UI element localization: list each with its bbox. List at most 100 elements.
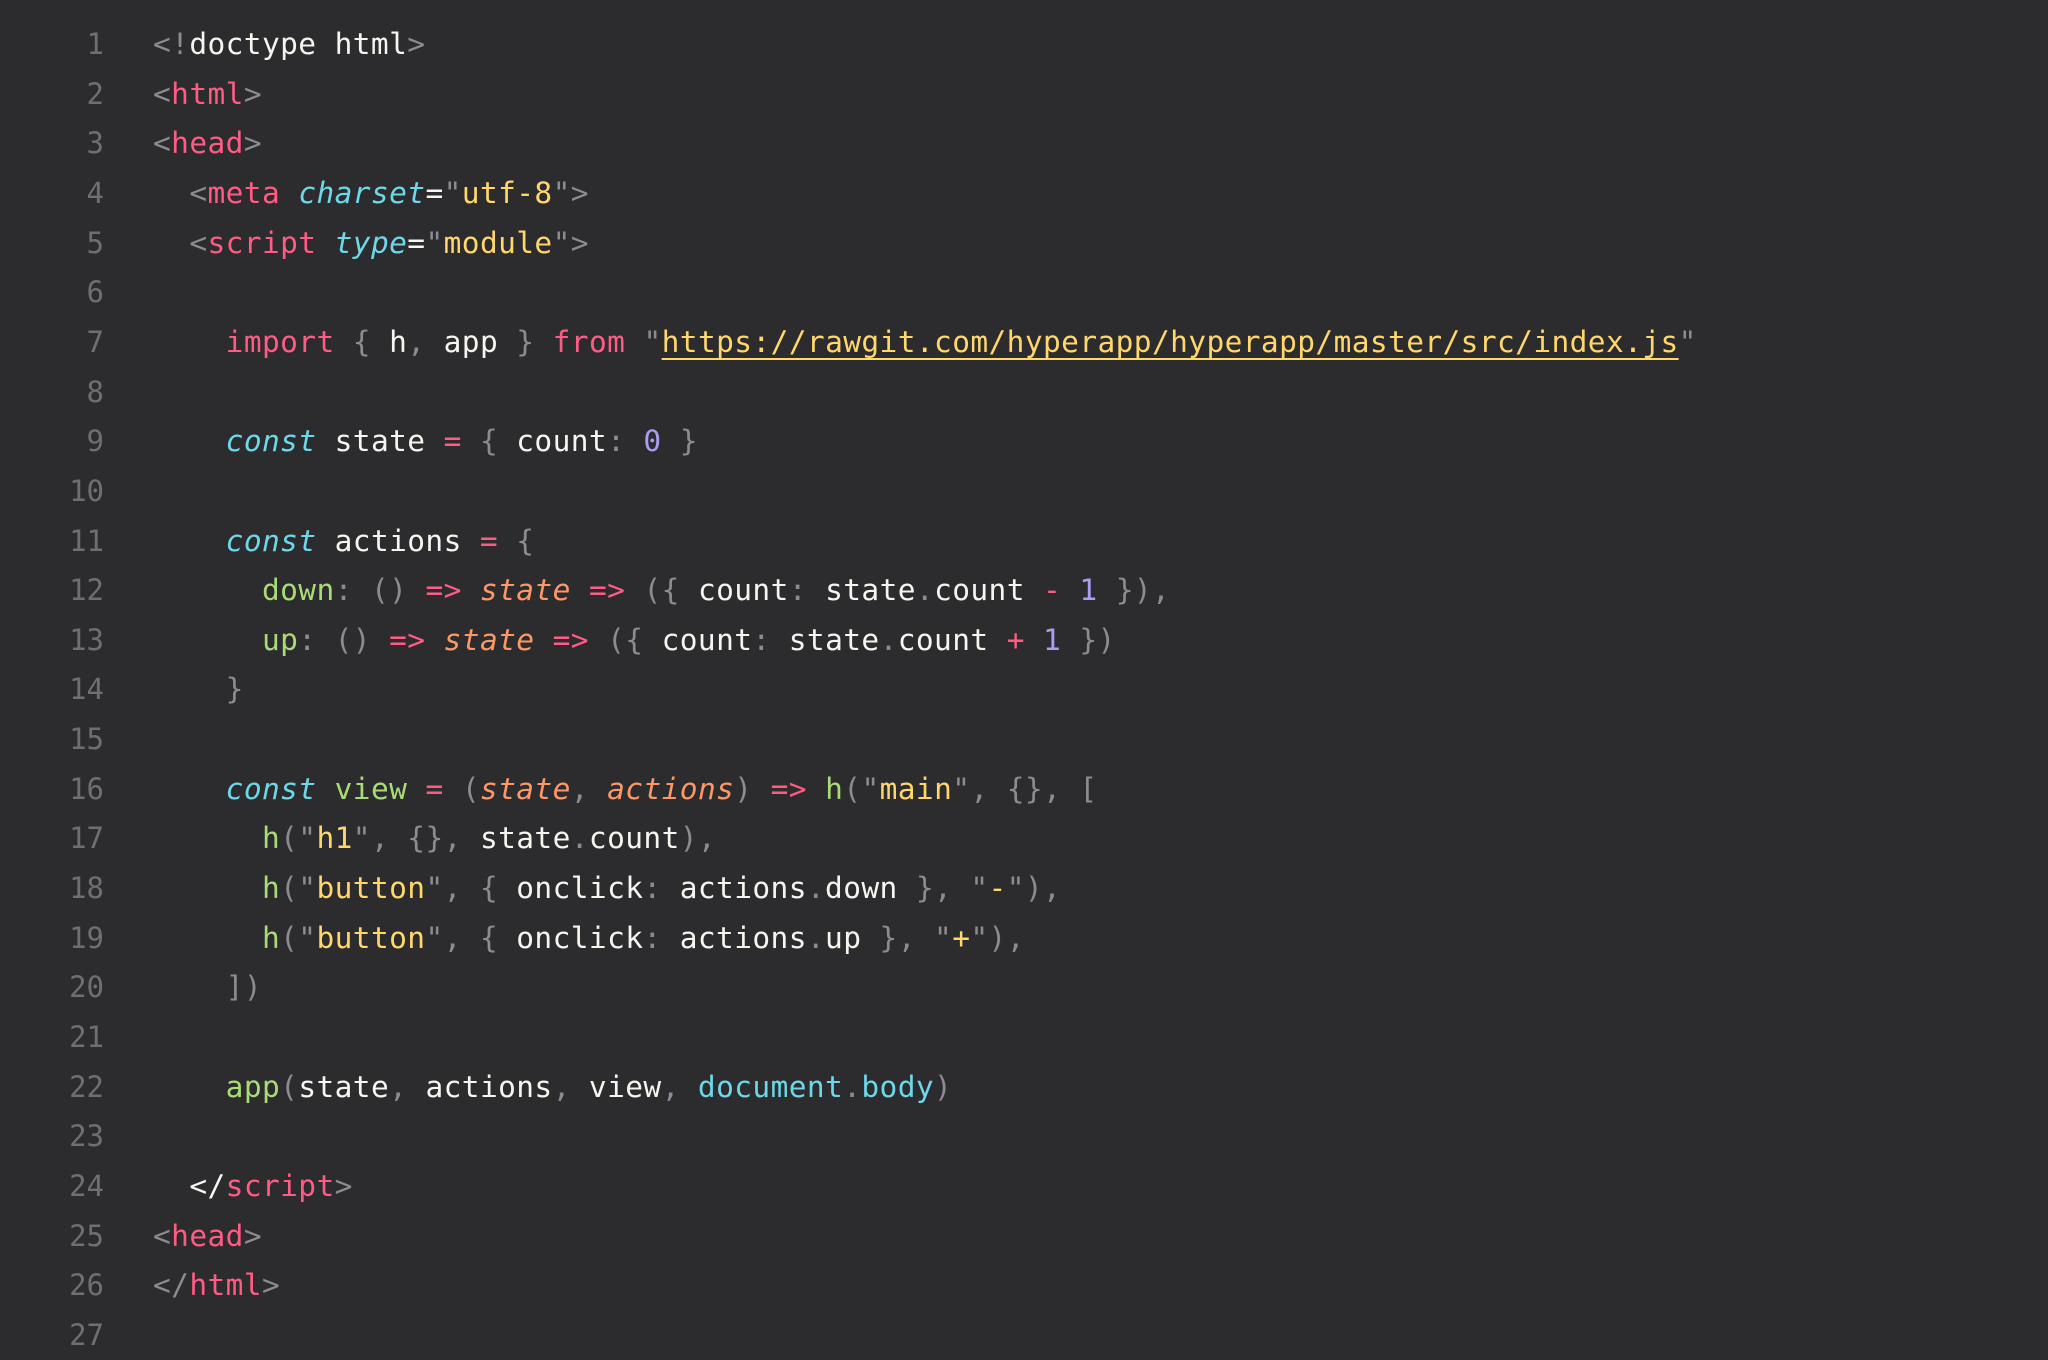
token-punct: ", [425, 920, 462, 955]
token-var: app [425, 324, 517, 359]
token-var: onclick [498, 871, 644, 906]
code-line[interactable]: 10 [0, 466, 2048, 516]
token-punct: , [407, 324, 426, 359]
token-var [462, 424, 480, 458]
token-punct: , [389, 1069, 408, 1104]
token-var [153, 772, 226, 806]
token-punct: . [843, 1069, 862, 1104]
token-str: utf-8 [461, 175, 553, 210]
token-var [335, 325, 353, 359]
token-var [153, 1070, 226, 1104]
line-number: 26 [69, 1268, 104, 1303]
code-line[interactable]: 16 const view = (state, actions) => h("m… [0, 764, 2048, 814]
token-punct: } [679, 424, 698, 459]
token-tag: html [189, 1268, 262, 1303]
code-line[interactable]: 9 const state = { count: 0 } [0, 416, 2048, 466]
code-line[interactable]: 17 h("h1", {}, state.count), [0, 813, 2048, 863]
token-punct: (" [280, 920, 317, 955]
token-op: => [389, 622, 426, 657]
token-var [916, 921, 934, 955]
code-text: <html> [153, 77, 262, 111]
token-var [1061, 573, 1079, 607]
code-line[interactable]: 7 import { h, app } from "https://rawgit… [0, 317, 2048, 367]
token-punct: }, [915, 871, 953, 906]
token-punct: { [479, 920, 499, 955]
token-punct: "> [552, 175, 589, 210]
line-number: 20 [69, 970, 104, 1005]
token-var: state [298, 1069, 390, 1104]
code-line[interactable]: 24 </script> [0, 1161, 2048, 1211]
line-number: 19 [69, 920, 104, 955]
token-var [589, 772, 607, 806]
url-link[interactable]: https://rawgit.com/hyperapp/hyperapp/mas… [662, 325, 1679, 359]
code-line[interactable]: 2 <html> [0, 69, 2048, 119]
token-var [407, 573, 425, 607]
code-line[interactable]: 8 [0, 367, 2048, 417]
token-punct: " [1678, 324, 1697, 359]
token-punct: {}, [1006, 771, 1062, 806]
token-punct: , [570, 771, 589, 806]
code-line[interactable]: 22 app(state, actions, view, document.bo… [0, 1062, 2048, 1112]
code-line[interactable]: 5 <script type="module"> [0, 218, 2048, 268]
line-number: 11 [69, 523, 104, 558]
token-str: button [316, 871, 426, 906]
code-line[interactable]: 13 up: () => state => ({ count: state.co… [0, 615, 2048, 665]
code-line[interactable]: 18 h("button", { onclick: actions.down }… [0, 863, 2048, 913]
code-text: </html> [153, 1268, 280, 1302]
token-punct: { [352, 324, 371, 359]
token-var: </ [153, 1168, 226, 1203]
code-text: down: () => state => ({ count: state.cou… [153, 573, 1170, 607]
token-var [1061, 772, 1079, 806]
code-line[interactable]: 12 down: () => state => ({ count: state.… [0, 565, 2048, 615]
token-str: main [879, 771, 953, 806]
token-op: = [425, 771, 444, 806]
token-var: down [825, 871, 916, 906]
token-punct: } [225, 672, 244, 707]
token-punct: "), [1006, 871, 1062, 906]
code-line[interactable]: 20 ]) [0, 962, 2048, 1012]
code-line[interactable]: 15 [0, 714, 2048, 764]
token-punct: () [370, 573, 408, 608]
token-var [625, 325, 643, 359]
code-line[interactable]: 21 [0, 1012, 2048, 1062]
code-text: h("button", { onclick: actions.down }, "… [153, 871, 1061, 905]
token-punct: , [552, 1069, 571, 1104]
line-number: 15 [69, 722, 104, 757]
token-var: state [316, 424, 444, 459]
code-text: } [153, 672, 244, 706]
code-line[interactable]: 1 <!doctype html> [0, 19, 2048, 69]
code-line[interactable]: 11 const actions = { [0, 516, 2048, 566]
code-text: h("button", { onclick: actions.up }, "+"… [153, 921, 1025, 955]
code-line[interactable]: 25 <head> [0, 1211, 2048, 1261]
token-op: => [588, 573, 626, 608]
token-var [589, 623, 607, 657]
line-number: 18 [69, 871, 104, 906]
token-var [371, 623, 389, 657]
line-number: 22 [69, 1069, 104, 1104]
token-var: view [570, 1069, 662, 1104]
code-line[interactable]: 26 </html> [0, 1260, 2048, 1310]
token-punct: (" [280, 871, 317, 906]
token-punct: <! [153, 27, 190, 61]
token-fn: app [225, 1069, 281, 1104]
token-op: + [1006, 622, 1025, 657]
token-tag: head [171, 1218, 244, 1253]
token-var: state [461, 821, 571, 856]
token-var [571, 573, 589, 607]
token-punct: " [970, 871, 989, 906]
token-fn: h [261, 821, 281, 856]
line-number: 7 [86, 324, 104, 359]
code-line[interactable]: 19 h("button", { onclick: actions.up }, … [0, 913, 2048, 963]
code-line[interactable]: 4 <meta charset="utf-8"> [0, 168, 2048, 218]
token-kw: from [552, 324, 626, 359]
line-number: 3 [86, 126, 104, 161]
token-punct: (" [843, 771, 880, 806]
code-editor[interactable]: 1 <!doctype html> 2 <html> 3 <head> 4 <meta ch… [0, 0, 2048, 1352]
token-punct: . [570, 821, 589, 856]
code-line[interactable]: 3 <head> [0, 118, 2048, 168]
code-line[interactable]: 6 [0, 267, 2048, 317]
token-var [153, 524, 226, 558]
code-line[interactable]: 23 [0, 1111, 2048, 1161]
code-text: ]) [153, 970, 262, 1004]
code-line[interactable]: 14 } [0, 664, 2048, 714]
